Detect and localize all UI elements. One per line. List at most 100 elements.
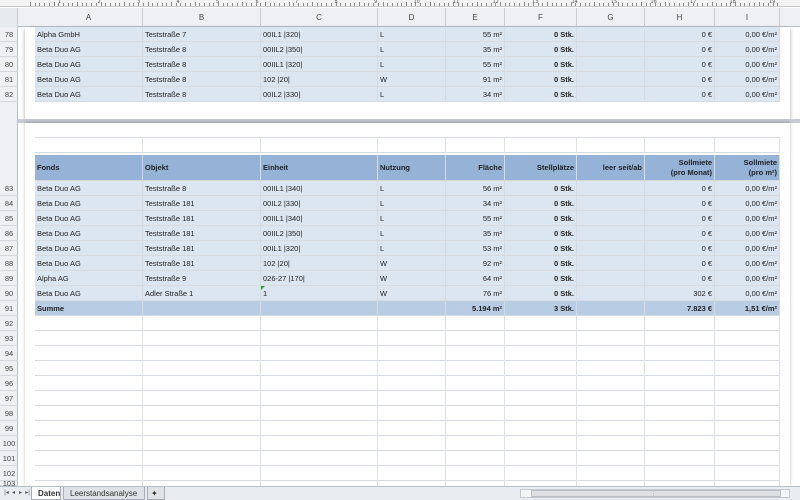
summe-label[interactable]: Summe [35,301,143,316]
cell-objekt[interactable]: Teststraße 8 [143,72,261,87]
row-header[interactable]: 85 [0,211,18,226]
cell-sollmiete_qm[interactable]: 0,00 €/m² [715,57,780,72]
cell-leer[interactable] [577,211,645,226]
cell-fonds[interactable]: Beta Duo AG [35,42,143,57]
row-header[interactable]: 96 [0,376,18,391]
empty-cell[interactable] [645,376,715,391]
summe-flaeche[interactable]: 5.194 m² [446,301,505,316]
empty-cell[interactable] [378,436,446,451]
cell-fonds[interactable]: Alpha GmbH [35,27,143,42]
empty-cell[interactable] [35,376,143,391]
cell-nutzung[interactable]: W [378,271,446,286]
cell-stellplaetze[interactable]: 0 Stk. [505,181,577,196]
row-header[interactable]: 95 [0,361,18,376]
cell-nutzung[interactable]: L [378,241,446,256]
cell-stellplaetze[interactable]: 0 Stk. [505,226,577,241]
empty-cell[interactable] [577,331,645,346]
cell-sollmiete_monat[interactable]: 0 € [645,42,715,57]
row-header[interactable]: 87 [0,241,18,256]
cell-fonds[interactable]: Alpha AG [35,271,143,286]
cell-objekt[interactable]: Teststraße 8 [143,42,261,57]
empty-cell[interactable] [378,346,446,361]
cell-sollmiete_qm[interactable]: 0,00 €/m² [715,256,780,271]
empty-cell[interactable] [446,436,505,451]
cell-leer[interactable] [577,57,645,72]
empty-cell[interactable] [35,451,143,466]
cell-flaeche[interactable]: 55 m² [446,27,505,42]
row-header[interactable]: 82 [0,87,18,102]
column-header-a[interactable]: A [35,8,143,27]
cell-einheit[interactable]: 00IIL2 |350| [261,42,378,57]
cell-nutzung[interactable]: L [378,57,446,72]
cell-sollmiete_qm[interactable]: 0,00 €/m² [715,286,780,301]
row-header[interactable]: 97 [0,391,18,406]
empty-cell[interactable] [143,466,261,481]
empty-cell[interactable] [261,138,378,153]
empty-cell[interactable] [261,391,378,406]
cell-flaeche[interactable]: 56 m² [446,181,505,196]
cell-fonds[interactable]: Beta Duo AG [35,256,143,271]
empty-cell[interactable] [446,451,505,466]
empty-cell[interactable] [143,451,261,466]
header-flaeche[interactable]: Fläche [446,155,505,181]
cell-stellplaetze[interactable]: 0 Stk. [505,87,577,102]
row-header[interactable]: 80 [0,57,18,72]
empty-cell[interactable] [143,361,261,376]
empty-cell[interactable] [577,316,645,331]
cell-objekt[interactable]: Adler Straße 1 [143,286,261,301]
empty-cell[interactable] [378,391,446,406]
empty-cell[interactable] [35,466,143,481]
empty-cell[interactable] [577,406,645,421]
empty-cell[interactable] [378,421,446,436]
empty-cell[interactable] [715,138,780,153]
cell-sollmiete_monat[interactable]: 302 € [645,286,715,301]
empty-cell[interactable] [143,391,261,406]
row-header[interactable]: 98 [0,406,18,421]
empty-cell[interactable] [378,451,446,466]
empty-cell[interactable] [446,391,505,406]
cell-stellplaetze[interactable]: 0 Stk. [505,286,577,301]
empty-cell[interactable] [715,316,780,331]
empty-cell[interactable] [715,421,780,436]
cell-nutzung[interactable]: W [378,72,446,87]
row-header[interactable]: 91 [0,301,18,316]
cell-stellplaetze[interactable]: 0 Stk. [505,256,577,271]
cell-stellplaetze[interactable]: 0 Stk. [505,42,577,57]
empty-cell[interactable] [446,376,505,391]
empty-cell[interactable] [35,331,143,346]
empty-cell[interactable] [261,376,378,391]
empty-cell[interactable] [715,391,780,406]
cell-objekt[interactable]: Teststraße 181 [143,226,261,241]
empty-cell[interactable] [446,361,505,376]
cell-nutzung[interactable]: W [378,286,446,301]
cell-leer[interactable] [577,42,645,57]
cell-leer[interactable] [577,271,645,286]
horizontal-scrollbar[interactable]: ⋮ [520,489,790,498]
cell-nutzung[interactable]: L [378,42,446,57]
empty-cell[interactable] [378,138,446,153]
empty-cell[interactable] [715,466,780,481]
row-header[interactable]: 78 [0,27,18,42]
cell-sollmiete_monat[interactable]: 0 € [645,27,715,42]
scrollbar-thumb[interactable] [531,490,781,497]
empty-cell[interactable] [505,316,577,331]
empty-cell[interactable] [645,436,715,451]
cell-stellplaetze[interactable]: 0 Stk. [505,241,577,256]
sheet-tab-daten[interactable]: Daten [31,487,61,500]
cell-sollmiete_monat[interactable]: 0 € [645,241,715,256]
cell-objekt[interactable]: Teststraße 181 [143,241,261,256]
empty-cell[interactable] [446,406,505,421]
cell-flaeche[interactable]: 35 m² [446,226,505,241]
cell-sollmiete_qm[interactable]: 0,00 €/m² [715,72,780,87]
empty-cell[interactable] [261,331,378,346]
empty-cell[interactable] [35,436,143,451]
cell-stellplaetze[interactable]: 0 Stk. [505,72,577,87]
row-header[interactable]: 88 [0,256,18,271]
empty-cell[interactable] [378,331,446,346]
cell-nutzung[interactable]: W [378,256,446,271]
empty-cell[interactable] [446,346,505,361]
row-header[interactable]: 79 [0,42,18,57]
row-header[interactable]: 100 [0,436,18,451]
cell-einheit[interactable]: 00IIL2 |350| [261,226,378,241]
nav-prev-icon[interactable]: ◂ [10,489,17,498]
